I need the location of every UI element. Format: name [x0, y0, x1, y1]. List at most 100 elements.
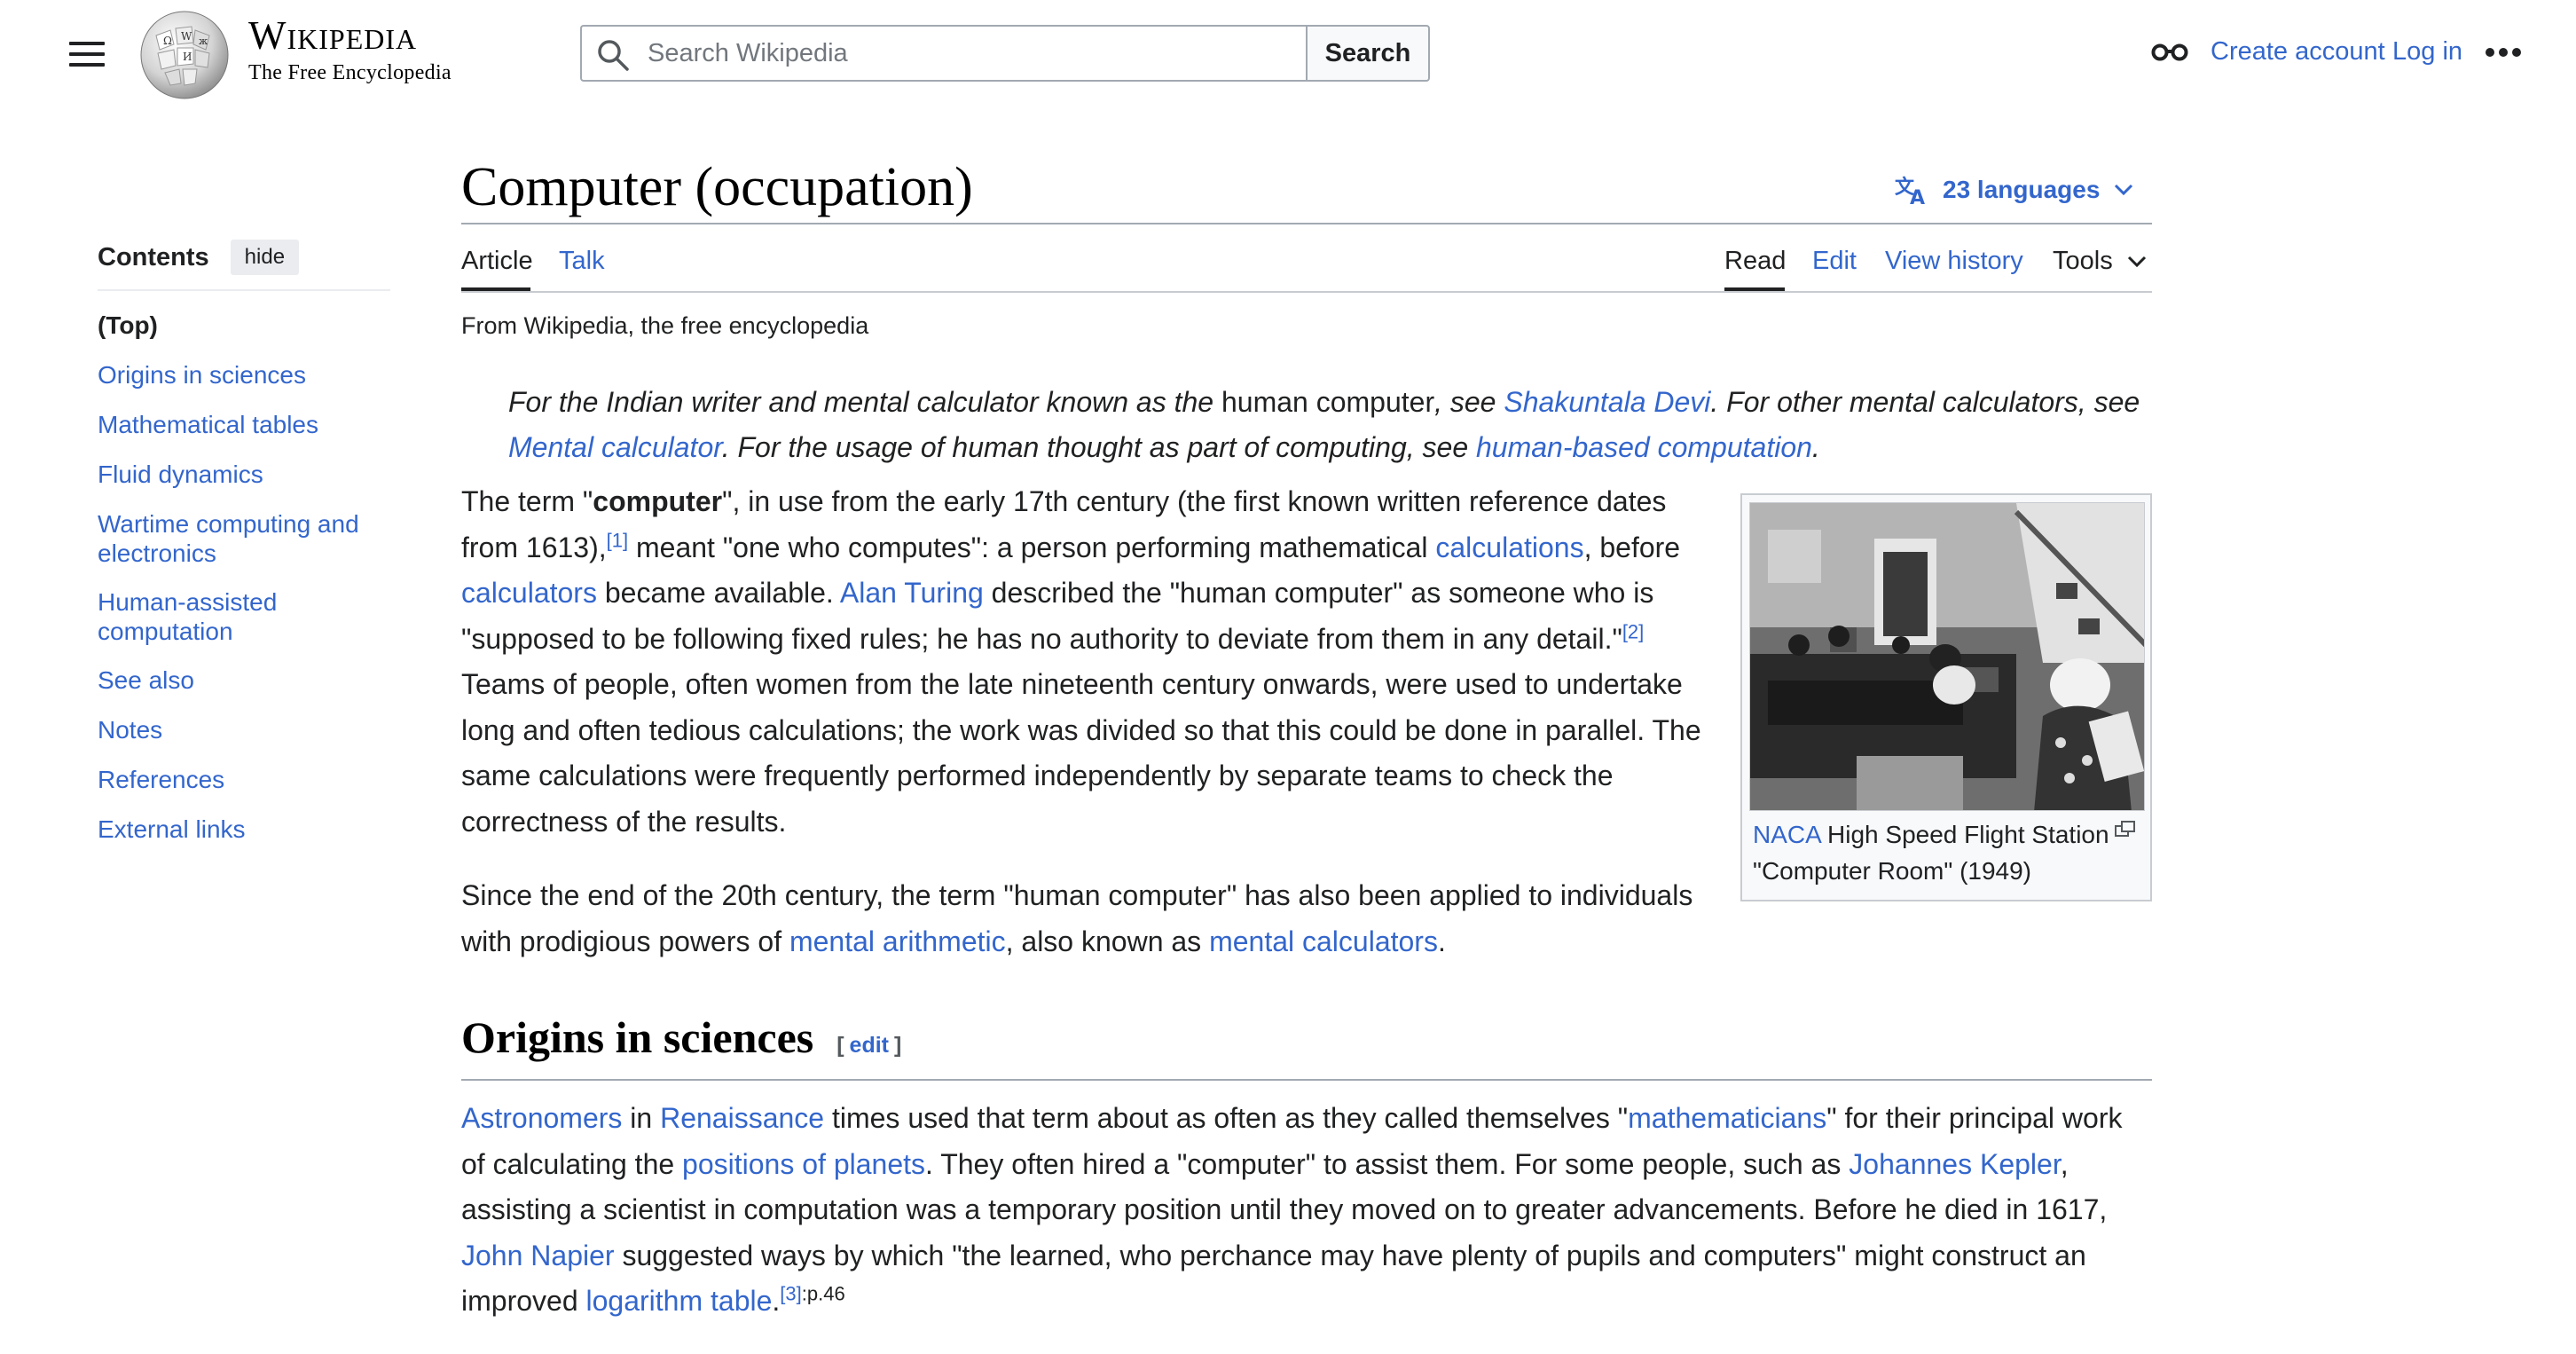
chevron-down-icon [2115, 184, 2133, 196]
toc-item-external-links[interactable]: External links [98, 815, 246, 844]
languages-label: 23 languages [1943, 176, 2101, 203]
wikipedia-globe-icon: Ω W И ж [140, 11, 229, 99]
john-napier-link[interactable]: John Napier [461, 1240, 615, 1271]
text: , before [1583, 531, 1681, 563]
renaissance-link[interactable]: Renaissance [660, 1102, 824, 1134]
logarithm-table-link[interactable]: logarithm table [586, 1285, 773, 1317]
calculators-link[interactable]: calculators [461, 577, 597, 609]
astronomers-link[interactable]: Astronomers [461, 1102, 622, 1134]
toc-item-wartime-computing[interactable]: Wartime computing and electronics [98, 509, 373, 568]
tab-talk[interactable]: Talk [559, 247, 605, 276]
positions-of-planets-link[interactable]: positions of planets [682, 1148, 925, 1180]
wordmark-tagline: The Free Encyclopedia [248, 61, 452, 84]
text: The term " [461, 485, 593, 517]
section-heading-origins: Origins in sciences [edit] [461, 1012, 901, 1063]
toc-item-fluid-dynamics[interactable]: Fluid dynamics [98, 460, 263, 489]
svg-text:И: И [183, 51, 192, 63]
wordmark-title: Wikipedia [248, 13, 418, 58]
svg-text:Ω: Ω [163, 35, 172, 47]
reference-3-link[interactable]: [3] [780, 1282, 801, 1304]
hatnote-text: , see [1434, 386, 1504, 418]
reference-2-link[interactable]: [2] [1622, 620, 1644, 642]
search-form: Search [580, 25, 1430, 82]
toc-item-see-also[interactable]: See also [98, 665, 194, 695]
toc-item-origins-in-sciences[interactable]: Origins in sciences [98, 360, 306, 390]
origins-paragraph: Astronomers in Renaissance times used th… [461, 1096, 2152, 1325]
section-heading-text: Origins in sciences [461, 1012, 814, 1062]
reference-1-link[interactable]: [1] [607, 529, 628, 551]
section-edit-link[interactable]: edit [850, 1033, 889, 1058]
reference-page: :p.46 [801, 1282, 845, 1305]
tools-dropdown[interactable]: Tools [2053, 247, 2147, 276]
tab-article[interactable]: Article [461, 247, 533, 276]
mental-arithmetic-link[interactable]: mental arithmetic [789, 925, 1006, 957]
figure-caption: NACA High Speed Flight Station "Computer… [1753, 816, 2125, 889]
hatnote-text: . [1811, 431, 1820, 463]
tab-read-indicator [1724, 287, 1785, 291]
hatnote-text: . For the usage of human thought as part… [721, 431, 1476, 463]
chevron-down-icon [2127, 256, 2146, 267]
human-based-computation-link[interactable]: human-based computation [1476, 431, 1812, 463]
mental-calculators-link[interactable]: mental calculators [1209, 925, 1438, 957]
hatnote: For the Indian writer and mental calcula… [508, 380, 2158, 470]
alan-turing-link[interactable]: Alan Turing [840, 577, 984, 609]
svg-text:ж: ж [199, 35, 208, 47]
wikipedia-logo[interactable]: Ω W И ж Wikipedia The Free Encyclopedia [138, 9, 467, 99]
toc-item-top[interactable]: (Top) [98, 311, 158, 340]
term-bold: computer [593, 485, 723, 517]
text: . They often hired a "computer" to assis… [925, 1147, 1850, 1180]
svg-text:A: A [1910, 187, 1925, 206]
hamburger-menu-icon[interactable] [69, 40, 105, 68]
tools-label: Tools [2053, 247, 2113, 275]
enlarge-icon[interactable] [2115, 820, 2136, 838]
toc-divider [98, 289, 390, 291]
johannes-kepler-link[interactable]: Johannes Kepler [1849, 1148, 2060, 1180]
tabs-divider [461, 291, 2152, 293]
mental-calculator-link[interactable]: Mental calculator [508, 431, 722, 463]
hatnote-text: . For other mental calculators, see [1710, 386, 2140, 418]
toc-item-human-assisted-computation[interactable]: Human-assisted computation [98, 587, 337, 646]
search-box [580, 25, 1402, 82]
second-paragraph: Since the end of the 20th century, the t… [461, 873, 1712, 964]
toc-item-mathematical-tables[interactable]: Mathematical tables [98, 410, 318, 439]
wikipedia-wordmark: Wikipedia The Free Encyclopedia [248, 16, 452, 85]
toc-item-notes[interactable]: Notes [98, 715, 162, 744]
page-title: Computer (occupation) [461, 157, 973, 217]
text: . [1437, 925, 1446, 957]
toc-title: Contents [98, 242, 209, 272]
text: in [622, 1102, 661, 1134]
computer-room-photo[interactable] [1749, 502, 2145, 811]
hatnote-text: human computer [1221, 386, 1435, 418]
title-divider [461, 223, 2152, 224]
languages-button[interactable]: 文 A 23 languages [1895, 174, 2146, 206]
hatnote-text: For the Indian writer and mental calcula… [508, 386, 1221, 418]
text: Teams of people, often women from the la… [461, 668, 1701, 838]
tab-article-indicator [461, 287, 530, 291]
text: became available. [596, 577, 840, 609]
login-link[interactable]: Log in [2392, 37, 2462, 67]
section-edit: [edit] [836, 1033, 901, 1059]
text: times used that term about as often as t… [824, 1102, 1629, 1134]
tab-read[interactable]: Read [1724, 247, 1786, 276]
text: . [772, 1285, 781, 1317]
translate-icon: 文 A [1895, 176, 1925, 206]
toc-hide-button[interactable]: hide [230, 240, 300, 275]
tab-view-history[interactable]: View history [1885, 247, 2023, 276]
bracket: [ [836, 1033, 844, 1058]
glasses-icon[interactable] [2150, 43, 2189, 62]
search-input[interactable] [648, 27, 1402, 80]
mathematicians-link[interactable]: mathematicians [1628, 1102, 1826, 1134]
section-divider [461, 1079, 2152, 1081]
thumbnail-figure: NACA High Speed Flight Station "Computer… [1740, 493, 2152, 901]
create-account-link[interactable]: Create account [2211, 37, 2385, 67]
naca-link[interactable]: NACA [1753, 821, 1820, 848]
tab-edit[interactable]: Edit [1812, 247, 1857, 276]
toc-item-references[interactable]: References [98, 765, 224, 794]
bracket: ] [894, 1033, 902, 1058]
text: , also known as [1005, 925, 1210, 957]
intro-paragraph: The term "computer", in use from the ear… [461, 479, 1712, 845]
site-tagline: From Wikipedia, the free encyclopedia [461, 312, 869, 339]
ellipsis-icon[interactable] [2486, 46, 2521, 59]
shakuntala-devi-link[interactable]: Shakuntala Devi [1504, 386, 1710, 418]
calculations-link[interactable]: calculations [1435, 531, 1583, 563]
